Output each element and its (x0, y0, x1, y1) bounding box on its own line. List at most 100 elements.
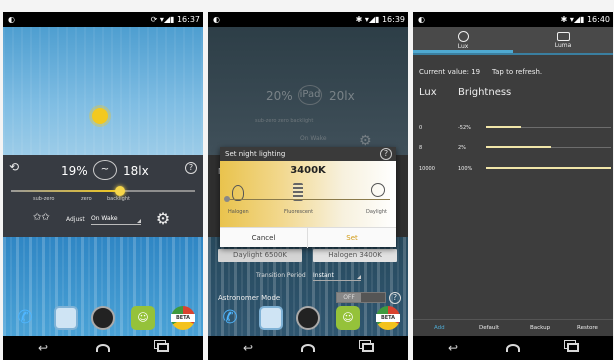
column-header-brightness: Brightness (458, 87, 512, 98)
notification-icon: ◐ (213, 15, 220, 24)
back-icon[interactable]: ↩ (33, 341, 53, 355)
color-temperature-picker[interactable]: 3400K Halogen Fluorescent Daylight (220, 161, 396, 227)
kelvin-value: 3400K (290, 165, 326, 176)
battery-icon: ▮ (169, 15, 175, 24)
battery-icon: ▮ (374, 15, 380, 24)
lux-icon (457, 31, 469, 42)
help-icon[interactable]: ? (185, 162, 197, 174)
status-bar: ◐ ⟳ ▾◢▮ 16:37 (3, 12, 203, 27)
contacts-app-icon[interactable] (259, 306, 283, 330)
add-button[interactable]: Add (434, 325, 445, 331)
nav-bar: ↩ (413, 336, 613, 360)
column-header-lux: Lux (419, 87, 437, 98)
lux-settings-screen: Lux Luma Current value: 19 Tap to refres… (413, 27, 613, 336)
cancel-button[interactable]: Cancel (220, 228, 308, 248)
halogen-label: Halogen (228, 209, 249, 215)
home-icon[interactable] (298, 341, 318, 355)
adjust-select[interactable]: On Wake (91, 213, 141, 225)
daylight-label: Daylight (366, 209, 387, 215)
recent-apps-icon[interactable] (563, 341, 583, 355)
row-lux: 8 (419, 145, 423, 151)
tab-bar: Lux Luma (413, 27, 613, 55)
action-bar: Add Default Backup Restore (413, 319, 613, 336)
recent-apps-icon[interactable] (153, 341, 173, 355)
dimmed-background: 20% iPad 20lx sub-zero zero backlight On… (208, 27, 408, 336)
beta-badge: BETA (376, 314, 400, 322)
tab-lux[interactable]: Lux (413, 27, 513, 53)
tab-luma-label: Luma (554, 42, 572, 49)
camera-icon (556, 32, 570, 41)
table-row[interactable]: 10000 100% (413, 166, 613, 182)
home-icon[interactable] (93, 341, 113, 355)
messaging-app-icon[interactable]: ☺ (131, 306, 155, 330)
nav-bar: ↩ (208, 336, 408, 360)
temperature-slider-knob[interactable] (224, 196, 230, 202)
sync-icon: ✱ (560, 15, 568, 24)
mode-icon[interactable]: ~ (93, 160, 117, 180)
app-dock: ✆ ☺ BETA (208, 302, 408, 336)
row-slider-fill (486, 126, 521, 128)
row-lux: 0 (419, 125, 423, 131)
night-lighting-dialog: Set night lighting ? 3400K Halogen Fluor… (220, 147, 396, 248)
row-slider-fill (486, 146, 551, 148)
beta-badge: BETA (171, 314, 195, 322)
brightness-slider-knob[interactable] (115, 186, 125, 196)
phone-screen-main: ◐ ⟳ ▾◢▮ 16:37 ⟲ 19% ~ 18lx ? sub-zero ze… (3, 12, 203, 360)
set-button[interactable]: Set (308, 228, 396, 248)
refresh-hint[interactable]: Tap to refresh. (492, 68, 542, 76)
sync-icon: ⟳ (150, 15, 158, 24)
adjust-label: Adjust (66, 216, 85, 223)
table-row[interactable]: 0 -52% (413, 125, 613, 141)
dropdown-triangle-icon (137, 219, 141, 223)
home-icon[interactable] (503, 341, 523, 355)
status-bar: ◐ ✱ ▾◢▮ 16:39 (208, 12, 408, 27)
nav-bar: ↩ (3, 336, 203, 360)
refresh-icon[interactable]: ⟲ (9, 161, 22, 174)
current-value: Current value: 19 (419, 68, 481, 76)
row-brightness: 100% (458, 166, 473, 172)
tab-lux-label: Lux (457, 43, 469, 50)
table-row[interactable]: 8 2% (413, 145, 613, 161)
restore-button[interactable]: Restore (577, 325, 598, 331)
daylight-icon (371, 183, 385, 197)
phone-app-icon[interactable]: ✆ (218, 306, 242, 330)
sun-icon (92, 108, 108, 124)
stars-icon[interactable]: ✩✩ (33, 212, 50, 223)
row-slider-fill (486, 167, 611, 169)
lux-value: 20lx (329, 89, 355, 103)
row-brightness: 2% (458, 145, 466, 151)
scale-label-sub-zero: sub-zero (33, 196, 55, 202)
clock-app-icon[interactable] (296, 306, 320, 330)
status-time: 16:37 (176, 15, 200, 24)
phone-app-icon[interactable]: ✆ (13, 306, 37, 330)
adjust-select-value: On Wake (300, 135, 327, 142)
status-time: 16:39 (381, 15, 405, 24)
transition-period-label: Transition Period (256, 272, 306, 279)
notification-icon: ◐ (418, 15, 425, 24)
scale-label-backlight: backlight (107, 196, 130, 202)
tab-luma[interactable]: Luma (513, 27, 613, 53)
battery-icon: ▮ (579, 15, 585, 24)
gear-icon[interactable]: ⚙ (154, 210, 172, 228)
default-button[interactable]: Default (479, 325, 499, 331)
messaging-app-icon[interactable]: ☺ (336, 306, 360, 330)
dropdown-triangle-icon (357, 275, 361, 279)
transition-period-value: Instant (313, 272, 334, 279)
temperature-slider-track[interactable] (226, 199, 390, 200)
backup-button[interactable]: Backup (530, 325, 550, 331)
app-dock: ✆ ☺ BETA (3, 302, 203, 336)
halogen-preset-button[interactable]: Halogen 3400K (313, 249, 397, 262)
contacts-app-icon[interactable] (54, 306, 78, 330)
daylight-preset-button[interactable]: Daylight 6500K (218, 249, 302, 262)
brightness-percent: 19% (61, 164, 88, 178)
back-icon[interactable]: ↩ (238, 341, 258, 355)
back-icon[interactable]: ↩ (443, 341, 463, 355)
clock-app-icon[interactable] (91, 306, 115, 330)
astronomer-mode-label: Astronomer Mode (218, 294, 281, 302)
help-icon[interactable]: ? (380, 148, 392, 160)
sky-wallpaper (3, 27, 203, 155)
transition-period-select[interactable]: Instant (313, 270, 361, 281)
recent-apps-icon[interactable] (358, 341, 378, 355)
brightness-widget: ⟲ 19% ~ 18lx ? sub-zero zero backlight ✩… (3, 155, 203, 237)
slider-scale: sub-zero zero backlight (255, 118, 314, 124)
